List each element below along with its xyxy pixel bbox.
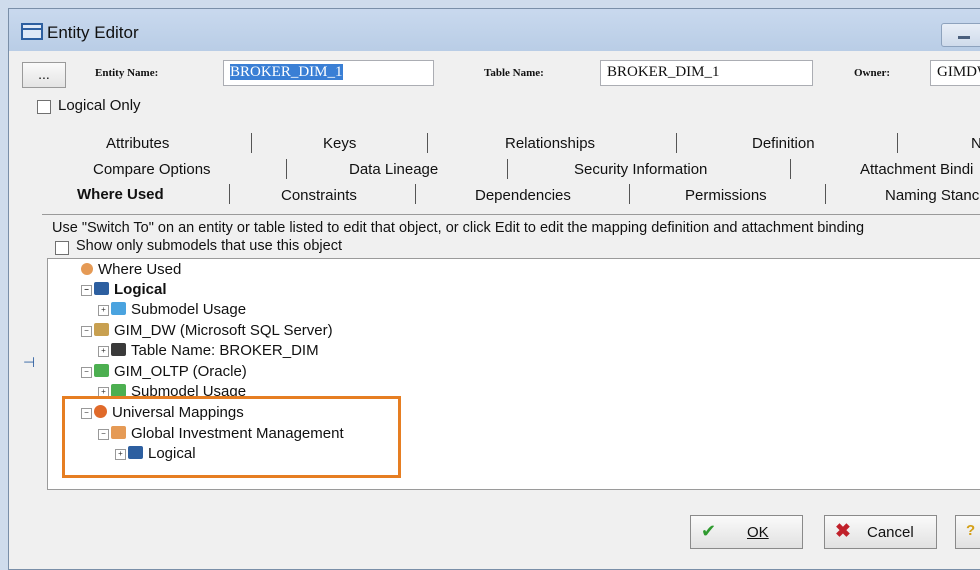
tab-separator: [629, 184, 630, 204]
owner-label: Owner:: [854, 67, 891, 79]
tab-constraints[interactable]: Constraints: [281, 187, 357, 204]
help-icon: ?: [966, 522, 976, 539]
tree-node-logical[interactable]: − Logical: [81, 281, 167, 298]
tab-naming-standards[interactable]: Naming Stanc: [885, 187, 979, 204]
tab-separator: [507, 159, 508, 179]
highlight-box: [62, 396, 401, 478]
physical-model-icon: [94, 323, 109, 336]
more-options-button[interactable]: ...: [22, 62, 66, 88]
physical-model-icon: [94, 364, 109, 377]
tree-node-submodel-usage[interactable]: + Submodel Usage: [98, 301, 246, 318]
owner-value: GIMDW: [937, 64, 980, 80]
tree-node-table-name[interactable]: + Table Name: BROKER_DIM: [98, 342, 319, 359]
show-submodels-label: Show only submodels that use this object: [76, 238, 342, 254]
ok-button[interactable]: ✔ OK: [690, 515, 803, 549]
entity-editor-window: Entity Editor ... Entity Name: BROKER_DI…: [8, 8, 980, 570]
logical-only-label: Logical Only: [58, 97, 141, 114]
logical-only-checkbox[interactable]: [37, 100, 51, 114]
pin-icon: ⊣: [23, 354, 36, 370]
tab-separator: [229, 184, 230, 204]
logical-model-icon: [94, 282, 109, 295]
title-bar[interactable]: Entity Editor: [9, 9, 980, 51]
tree-node-label: GIM_OLTP (Oracle): [114, 363, 247, 380]
tree-node-label: Submodel Usage: [131, 383, 247, 397]
entity-name-input[interactable]: BROKER_DIM_1: [223, 60, 434, 86]
tab-permissions[interactable]: Permissions: [685, 187, 767, 204]
tab-separator: [415, 184, 416, 204]
tree-node-gim-dw[interactable]: − GIM_DW (Microsoft SQL Server): [81, 322, 333, 339]
tree-node-where-used[interactable]: Where Used: [81, 261, 181, 278]
tab-where-used[interactable]: Where Used: [77, 186, 164, 203]
where-used-instructions: Use "Switch To" on an entity or table li…: [52, 220, 865, 236]
collapse-icon[interactable]: −: [81, 326, 92, 337]
folder-icon: [111, 302, 126, 315]
tab-separator: [790, 159, 791, 179]
tab-separator: [427, 133, 428, 153]
tree-node-submodel-usage-2[interactable]: + Submodel Usage: [98, 383, 246, 397]
close-icon: ✖: [835, 521, 851, 542]
tree-node-gim-oltp[interactable]: − GIM_OLTP (Oracle): [81, 363, 247, 380]
window-title: Entity Editor: [47, 23, 139, 42]
help-button[interactable]: ?: [955, 515, 980, 549]
tree-node-label: Logical: [114, 281, 167, 298]
tab-data-lineage[interactable]: Data Lineage: [349, 161, 438, 178]
tab-definition[interactable]: Definition: [752, 135, 815, 152]
tree-node-label: Submodel Usage: [131, 301, 247, 318]
entity-name-value: BROKER_DIM_1: [230, 64, 343, 80]
tree-node-label: GIM_DW (Microsoft SQL Server): [114, 322, 333, 339]
tab-separator: [286, 159, 287, 179]
tab-notes[interactable]: N: [971, 135, 980, 152]
table-name-label: Table Name:: [484, 67, 544, 79]
show-submodels-checkbox[interactable]: [55, 241, 69, 255]
tree-node-label: Where Used: [98, 261, 182, 278]
tab-dependencies[interactable]: Dependencies: [475, 187, 571, 204]
window-icon: [21, 23, 43, 40]
collapse-icon[interactable]: −: [81, 285, 92, 296]
expand-icon[interactable]: +: [98, 305, 109, 316]
tab-compare-options[interactable]: Compare Options: [93, 161, 211, 178]
table-name-value: BROKER_DIM_1: [607, 64, 720, 80]
tab-strip-border: [42, 214, 980, 215]
where-used-icon: [81, 263, 93, 275]
ok-label: OK: [747, 524, 769, 541]
owner-input[interactable]: GIMDW: [930, 60, 980, 86]
cancel-label: Cancel: [867, 524, 914, 541]
cancel-button[interactable]: ✖ Cancel: [824, 515, 937, 549]
table-icon: [111, 343, 126, 356]
tab-relationships[interactable]: Relationships: [505, 135, 595, 152]
entity-name-label: Entity Name:: [95, 67, 159, 79]
tab-separator: [825, 184, 826, 204]
collapse-icon[interactable]: −: [81, 367, 92, 378]
tab-separator: [251, 133, 252, 153]
tab-security-information[interactable]: Security Information: [574, 161, 707, 178]
tab-attachment-bindings[interactable]: Attachment Bindi: [860, 161, 973, 178]
tree-node-label: Table Name: BROKER_DIM: [131, 342, 319, 359]
minimize-button[interactable]: [941, 23, 980, 47]
tab-keys[interactable]: Keys: [323, 135, 356, 152]
tab-separator: [676, 133, 677, 153]
checkmark-icon: ✔: [701, 521, 717, 541]
expand-icon[interactable]: +: [98, 346, 109, 357]
tab-attributes[interactable]: Attributes: [106, 135, 169, 152]
tab-separator: [897, 133, 898, 153]
table-name-input[interactable]: BROKER_DIM_1: [600, 60, 813, 86]
